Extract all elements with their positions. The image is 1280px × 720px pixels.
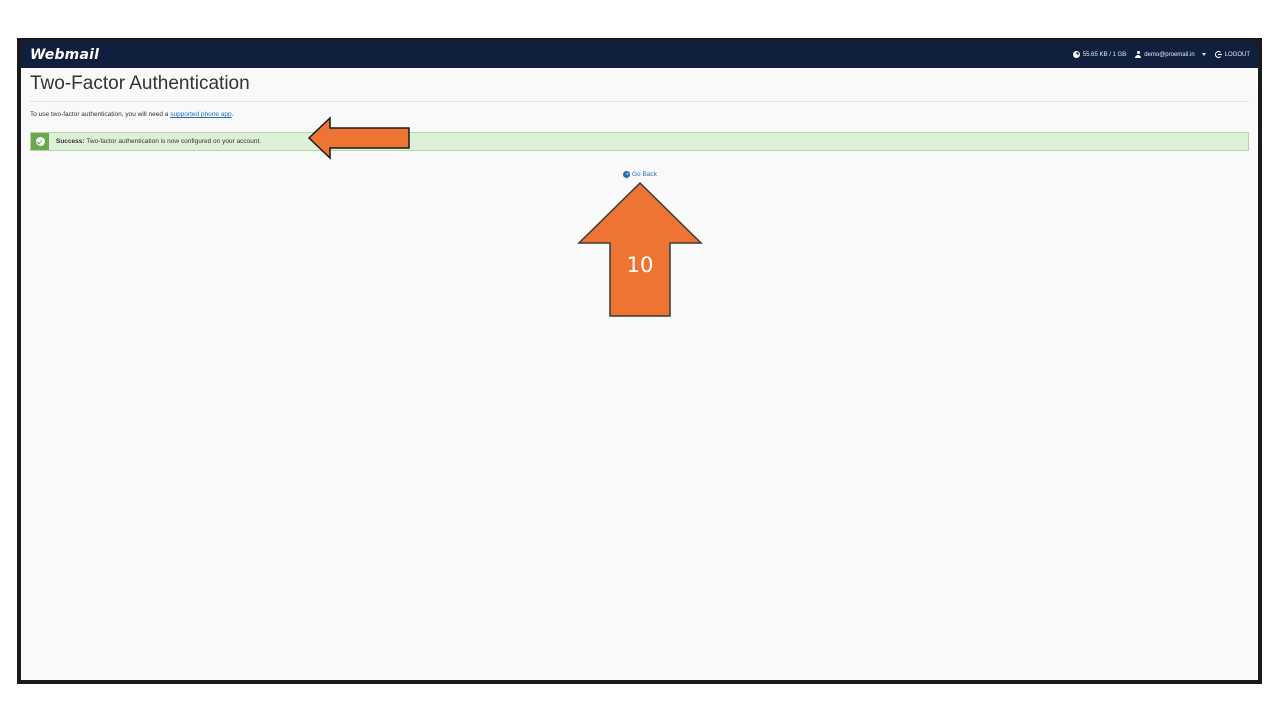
page-title: Two-Factor Authentication xyxy=(30,73,1249,102)
quota-indicator: 55.65 KB / 1 GB xyxy=(1072,51,1127,58)
alert-message: Two-factor authentication is now configu… xyxy=(84,138,262,145)
screenshot-frame: Webmail 55.65 KB / 1 GB demo@proemail.in… xyxy=(17,38,1262,684)
webmail-logo[interactable]: Webmail xyxy=(30,47,99,63)
user-menu[interactable]: demo@proemail.in xyxy=(1135,51,1206,58)
check-circle-icon xyxy=(35,137,45,146)
intro-prefix: To use two-factor authentication, you wi… xyxy=(30,111,171,118)
arrow-circle-left-icon xyxy=(623,171,630,178)
user-icon xyxy=(1135,51,1142,58)
caret-down-icon xyxy=(1201,53,1206,56)
main-content: Two-Factor Authentication To use two-fac… xyxy=(21,68,1258,151)
quota-text: 55.65 KB / 1 GB xyxy=(1082,51,1127,58)
go-back-label: Go Back xyxy=(632,171,657,178)
intro-text: To use two-factor authentication, you wi… xyxy=(30,111,1249,118)
alert-text: Success: Two-factor authentication is no… xyxy=(56,138,261,145)
alert-icon-box xyxy=(31,133,49,150)
supported-phone-app-link[interactable]: supported phone app xyxy=(170,111,231,118)
top-navbar: Webmail 55.65 KB / 1 GB demo@proemail.in… xyxy=(21,41,1258,68)
logout-label: LOGOUT xyxy=(1224,51,1250,58)
go-back-link[interactable]: Go Back xyxy=(623,171,657,178)
logout-icon xyxy=(1214,51,1222,58)
user-email: demo@proemail.in xyxy=(1144,51,1195,58)
pie-chart-icon xyxy=(1072,51,1080,58)
alert-label: Success: xyxy=(56,138,85,145)
logout-link[interactable]: LOGOUT xyxy=(1214,51,1250,58)
intro-suffix: . xyxy=(231,111,234,118)
navbar-right: 55.65 KB / 1 GB demo@proemail.in LOGOUT xyxy=(1072,51,1250,58)
success-alert: Success: Two-factor authentication is no… xyxy=(30,132,1249,151)
webmail-screen: Webmail 55.65 KB / 1 GB demo@proemail.in… xyxy=(21,41,1258,680)
